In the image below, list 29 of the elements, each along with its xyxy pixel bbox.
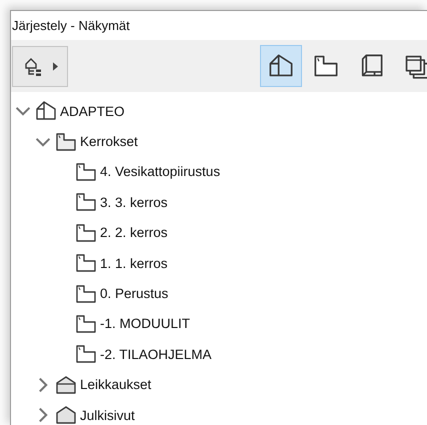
tree-item[interactable]: -2. TILAOHJELMA xyxy=(100,346,212,362)
tree-item[interactable]: Kerrokset xyxy=(80,134,138,150)
stacked-pages-icon xyxy=(403,53,427,79)
house-icon xyxy=(55,404,77,425)
tree-item[interactable]: Leikkaukset xyxy=(80,377,152,392)
tree-item[interactable]: Julkisivut xyxy=(80,408,135,423)
floor-plan-icon xyxy=(75,312,97,335)
tree-item[interactable]: 1. 1. kerros xyxy=(100,256,168,271)
tree-item[interactable]: 2. 2. kerros xyxy=(100,225,168,240)
tree-item[interactable]: 3. 3. kerros xyxy=(100,194,168,210)
tree-item[interactable]: ADAPTEO xyxy=(60,104,125,119)
view-map-options-button[interactable] xyxy=(12,46,68,86)
floor-plan-icon xyxy=(55,130,77,153)
floor-plan-icon xyxy=(313,53,339,79)
caret-icon xyxy=(53,62,58,70)
floor-plan-icon xyxy=(75,252,97,274)
floor-plan-icon xyxy=(75,160,97,183)
tree-item[interactable]: 4. Vesikattopiirustus xyxy=(100,164,220,180)
house-icon xyxy=(35,100,57,122)
house-icon xyxy=(268,53,294,79)
map-button[interactable] xyxy=(260,45,302,87)
floor-plan-icon xyxy=(75,343,97,366)
floor-plan-icon xyxy=(75,282,97,305)
house-icon xyxy=(55,374,77,396)
tree-item[interactable]: -1. MODUULIT xyxy=(100,316,190,332)
floor-plan-icon xyxy=(75,191,97,214)
floor-plan-icon xyxy=(75,222,97,244)
window-title: Järjestely - Näkymät xyxy=(12,18,130,33)
tree-item[interactable]: 0. Perustus xyxy=(100,286,168,302)
